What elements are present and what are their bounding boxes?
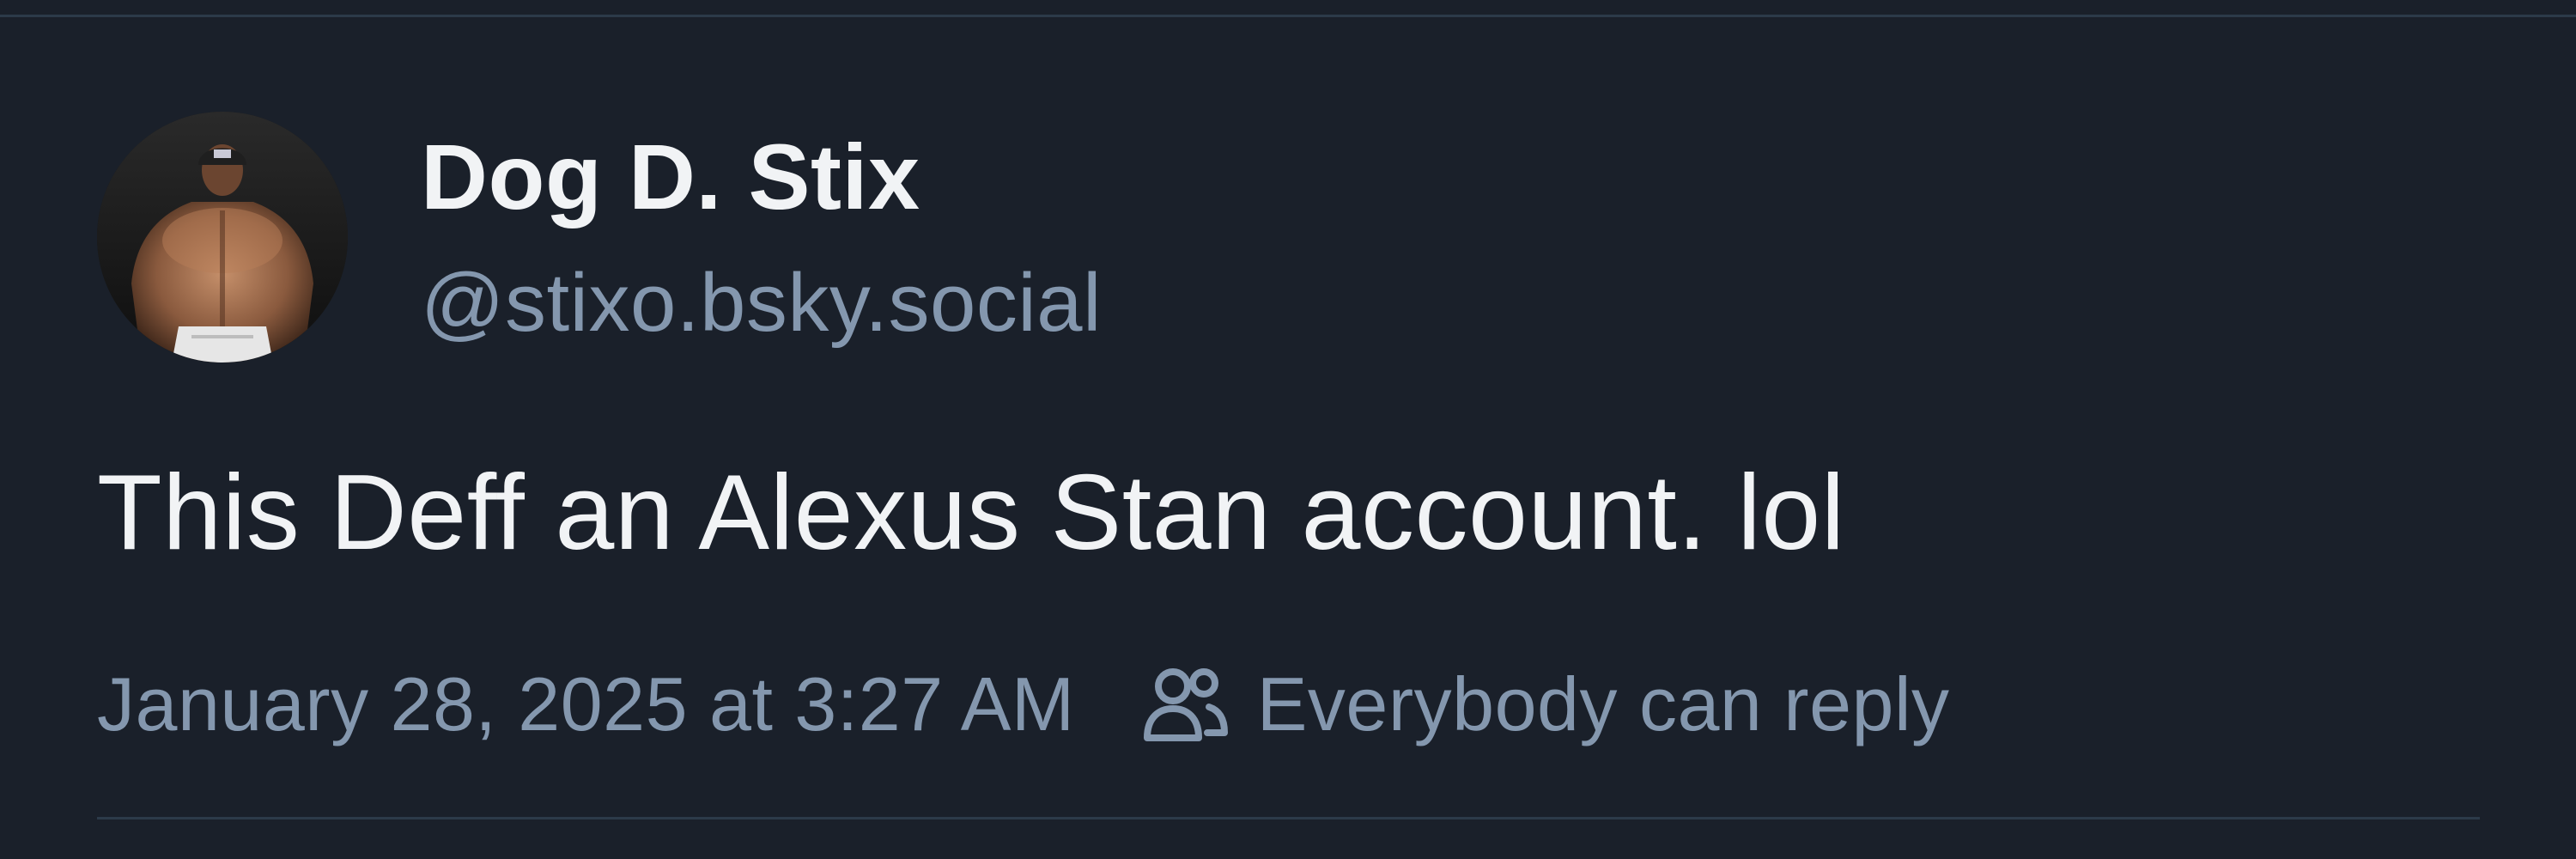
post-timestamp[interactable]: January 28, 2025 at 3:27 AM xyxy=(97,667,1075,742)
reply-setting: Everybody can reply xyxy=(1137,657,1950,752)
people-icon xyxy=(1137,657,1231,752)
post-text: This Deff an Alexus Stan account. lol xyxy=(97,454,1845,572)
avatar[interactable] xyxy=(97,112,348,362)
post-meta: January 28, 2025 at 3:27 AM Everybody ca… xyxy=(97,657,1950,752)
top-divider xyxy=(0,15,2576,17)
post-thread-item: Dog D. Stix @stixo.bsky.social This Deff… xyxy=(0,0,2576,859)
bottom-divider xyxy=(97,817,2480,819)
author-handle[interactable]: @stixo.bsky.social xyxy=(421,262,1102,344)
reply-setting-label: Everybody can reply xyxy=(1256,661,1950,746)
avatar-image xyxy=(97,112,348,362)
author-display-name[interactable]: Dog D. Stix xyxy=(421,131,920,223)
